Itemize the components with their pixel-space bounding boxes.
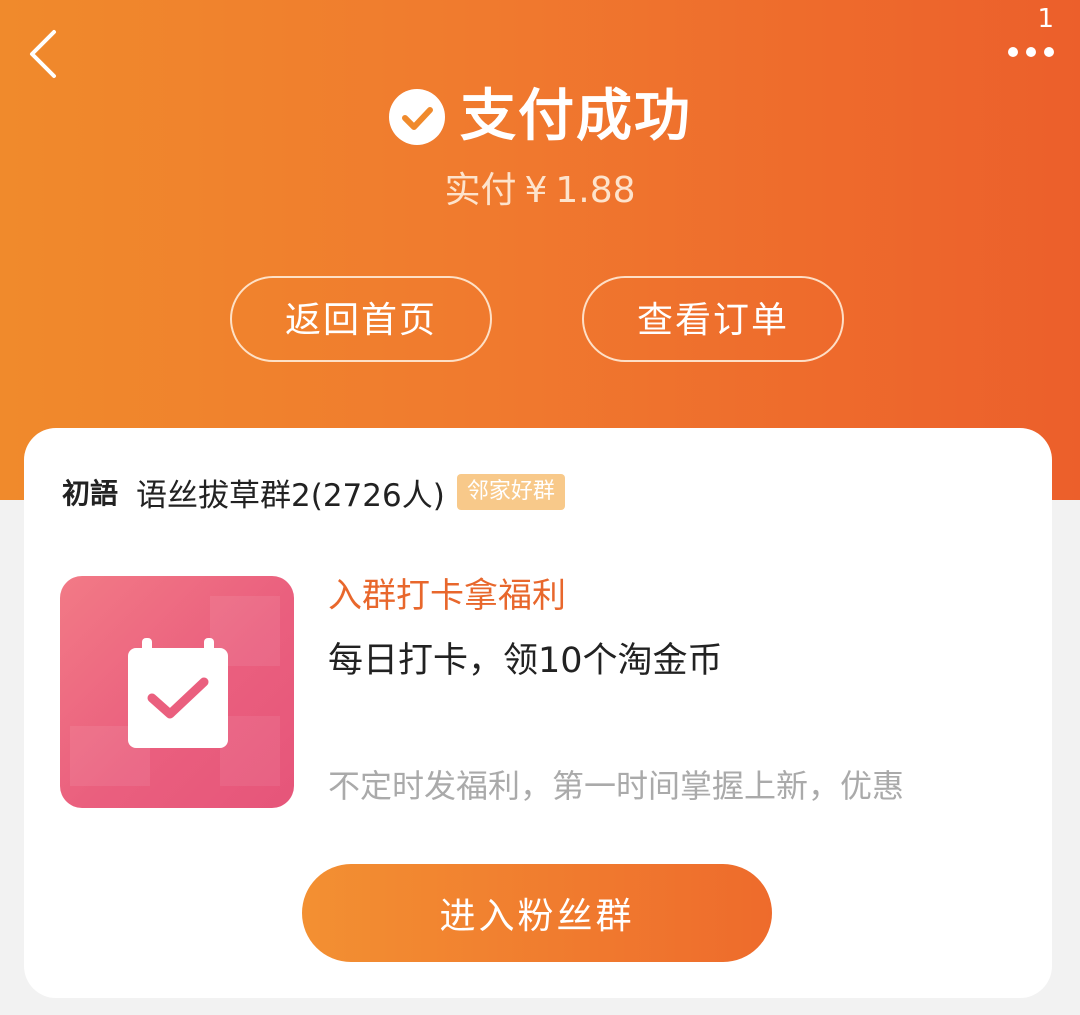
paid-amount: 实付 ¥1.88 xyxy=(0,168,1080,214)
more-icon[interactable] xyxy=(1006,44,1056,60)
view-order-button[interactable]: 查看订单 xyxy=(582,276,844,362)
shop-name: 初語 xyxy=(62,477,119,510)
benefit-subtext: 不定时发福利，第一时间掌握上新，优惠 xyxy=(328,767,905,805)
notification-count: 1 xyxy=(1037,4,1054,34)
currency-symbol: ¥ xyxy=(524,170,548,211)
paid-label: 实付 xyxy=(444,170,517,211)
group-info: 初語 语丝拔草群2(2726人) 邻家好群 xyxy=(62,472,565,514)
benefit-tile xyxy=(60,576,294,808)
check-circle-icon xyxy=(389,89,445,145)
page-title: 支付成功 xyxy=(460,84,692,149)
back-arrow-icon[interactable] xyxy=(24,28,64,80)
fan-group-card: 初語 语丝拔草群2(2726人) 邻家好群 入群打卡拿福利 每日打卡，领10个淘… xyxy=(24,428,1052,998)
group-name: 语丝拔草群2(2726人) xyxy=(136,477,445,514)
header-banner: 1 支付成功 实付 ¥1.88 返回首页 查看订单 xyxy=(0,0,1080,500)
join-fan-group-button[interactable]: 进入粉丝群 xyxy=(302,864,772,962)
calendar-check-icon xyxy=(70,596,280,786)
group-tag: 邻家好群 xyxy=(456,474,565,510)
benefit-description: 每日打卡，领10个淘金币 xyxy=(328,641,723,681)
return-home-button[interactable]: 返回首页 xyxy=(230,276,492,362)
payment-status: 支付成功 xyxy=(0,82,1080,152)
amount-value: 1.88 xyxy=(555,170,636,211)
benefit-title: 入群打卡拿福利 xyxy=(328,576,566,616)
